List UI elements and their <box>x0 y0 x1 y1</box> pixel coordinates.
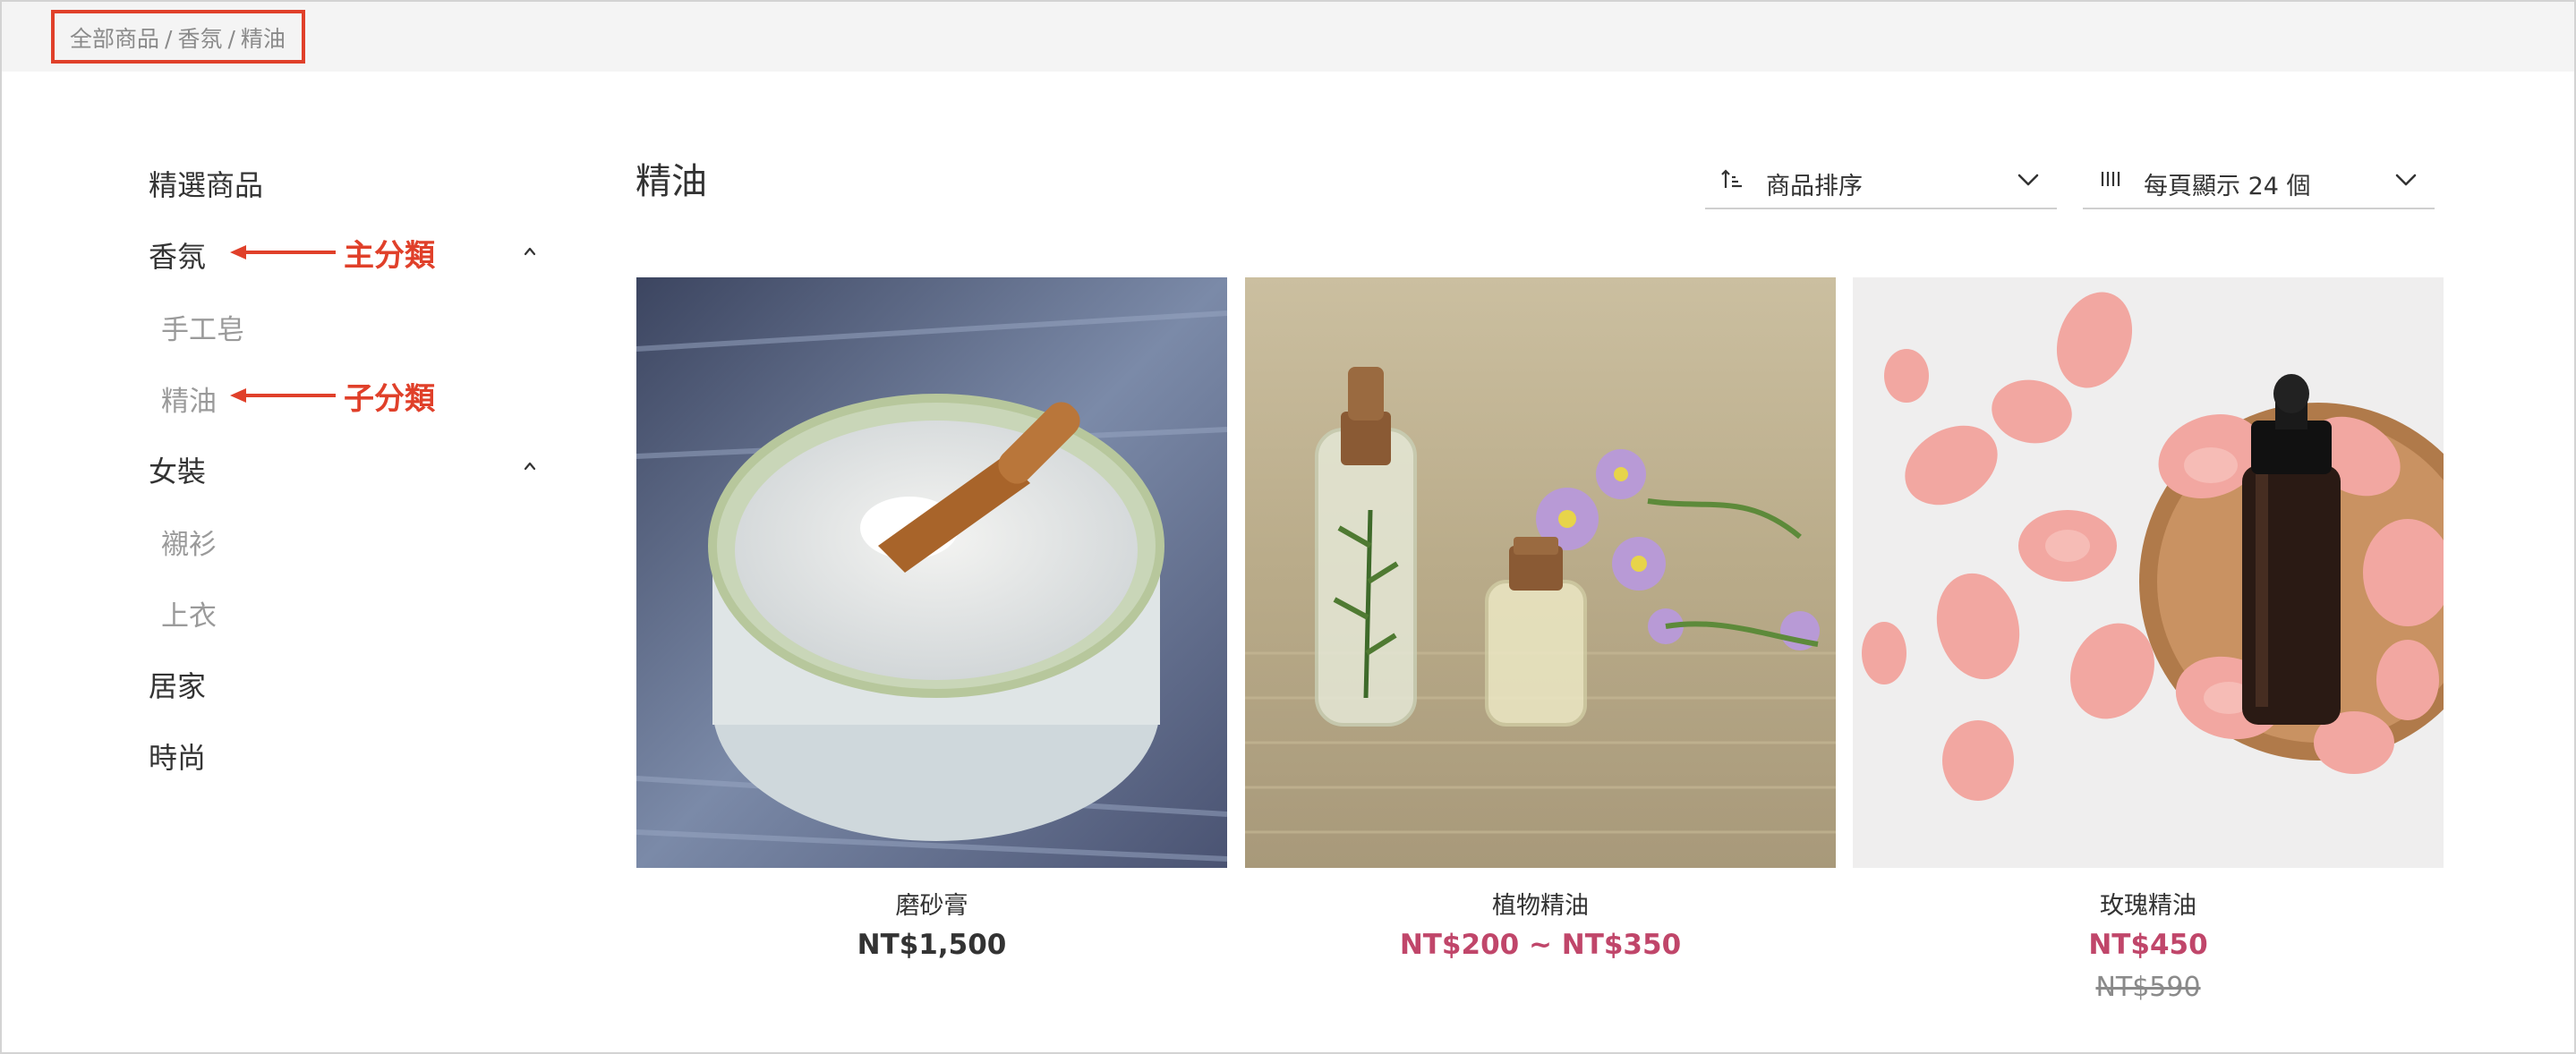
sidebar-item-fragrance[interactable]: 香氛 <box>149 234 206 276</box>
sidebar-subitem-essential-oil[interactable]: 精油 <box>161 378 217 419</box>
breadcrumb-item-all[interactable]: 全部商品 <box>70 26 159 52</box>
breadcrumb-bar <box>2 2 2574 72</box>
annotation-arrow-icon <box>230 388 336 403</box>
sidebar-item-home[interactable]: 居家 <box>149 664 206 705</box>
sidebar-item-womens[interactable]: 女裝 <box>149 449 206 490</box>
per-page-dropdown-label: 每頁顯示 24 個 <box>2144 173 2311 200</box>
product-image-herbal-oil[interactable] <box>1245 277 1836 868</box>
product-original-price: NT$590 <box>2095 972 2201 1003</box>
product-price: NT$450 <box>2088 929 2208 961</box>
sidebar-item-fashion[interactable]: 時尚 <box>149 735 206 777</box>
chevron-down-icon <box>2395 174 2417 186</box>
product-name[interactable]: 植物精油 <box>1245 886 1836 921</box>
chevron-up-icon[interactable] <box>524 245 536 258</box>
page-frame: 全部商品 / 香氛 / 精油 精選商品 香氛 主分類 手工皂 精油 子分類 女裝 襯衫 … <box>0 0 2576 1054</box>
product-name[interactable]: 玫瑰精油 <box>1853 886 2444 921</box>
product-image-scrub[interactable] <box>636 277 1227 868</box>
sidebar-subitem-tops[interactable]: 上衣 <box>161 593 217 633</box>
sort-dropdown-label: 商品排序 <box>1766 173 1863 200</box>
breadcrumb: 全部商品 / 香氛 / 精油 <box>70 21 286 54</box>
sidebar-item-featured[interactable]: 精選商品 <box>149 163 263 204</box>
annotation-main-category: 主分類 <box>344 238 435 274</box>
page-title: 精油 <box>635 161 707 202</box>
breadcrumb-item-essential-oil: 精油 <box>240 26 286 52</box>
product-image-rose-oil[interactable] <box>1853 277 2444 868</box>
sort-ascending-icon <box>1721 169 1742 188</box>
product-price: NT$1,500 <box>857 929 1007 961</box>
annotation-arrow-icon <box>230 245 336 259</box>
columns-icon <box>2101 172 2120 186</box>
annotation-sub-category: 子分類 <box>344 381 435 417</box>
product-name[interactable]: 磨砂膏 <box>636 886 1227 921</box>
sidebar-subitem-soap[interactable]: 手工皂 <box>161 307 244 347</box>
breadcrumb-item-fragrance[interactable]: 香氛 <box>177 26 222 52</box>
breadcrumb-separator: / <box>165 26 173 52</box>
breadcrumb-separator: / <box>227 26 235 52</box>
chevron-down-icon <box>2017 174 2039 186</box>
per-page-dropdown[interactable]: 每頁顯示 24 個 <box>2083 156 2435 209</box>
sort-dropdown[interactable]: 商品排序 <box>1705 156 2057 209</box>
chevron-up-icon[interactable] <box>524 460 536 472</box>
sidebar-subitem-shirts[interactable]: 襯衫 <box>161 522 217 562</box>
product-price: NT$200 ~ NT$350 <box>1399 929 1682 961</box>
